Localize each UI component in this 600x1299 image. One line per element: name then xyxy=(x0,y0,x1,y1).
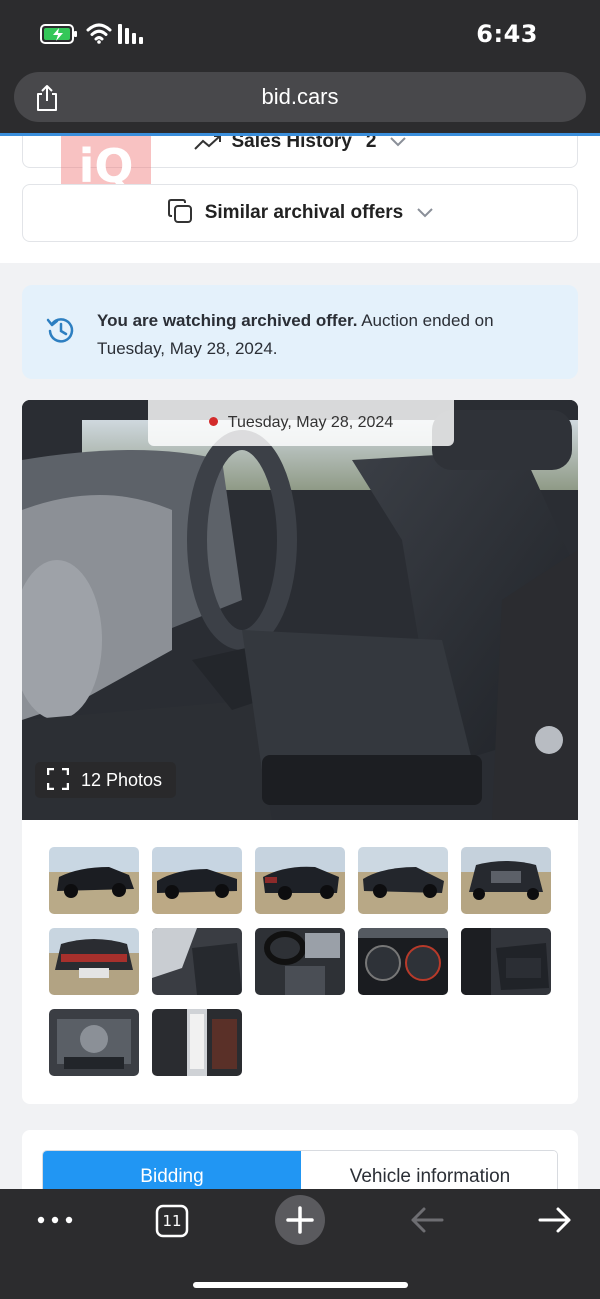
thumbnail[interactable] xyxy=(358,847,448,914)
thumbnail[interactable] xyxy=(152,1009,242,1076)
browser-bottom-toolbar: 11 xyxy=(0,1189,600,1299)
archived-offer-notice: You are watching archived offer. Auction… xyxy=(22,285,578,379)
sales-history-count: 2 xyxy=(365,136,377,152)
notice-bold: You are watching archived offer. xyxy=(97,311,358,330)
auction-date: Tuesday, May 28, 2024 xyxy=(227,414,394,431)
offer-section: You are watching archived offer. Auction… xyxy=(0,263,600,1189)
browser-toolbar: bid.cars xyxy=(0,70,600,136)
forward-arrow-icon[interactable] xyxy=(538,1206,572,1234)
tab-vehicle-information[interactable]: Vehicle information xyxy=(301,1151,557,1189)
details-section: Bidding Vehicle information xyxy=(22,1130,578,1189)
status-dot-icon xyxy=(208,416,218,426)
wifi-icon xyxy=(86,23,112,44)
thumbnail[interactable] xyxy=(152,928,242,995)
status-bar: 6:43 xyxy=(0,0,600,70)
thumbnail[interactable] xyxy=(49,847,139,914)
auction-date-label: Tuesday, May 28, 2024 xyxy=(148,400,454,446)
sales-history-label: Sales History xyxy=(231,136,352,152)
details-tabs: Bidding Vehicle information xyxy=(42,1150,558,1189)
home-indicator[interactable] xyxy=(193,1282,408,1288)
photos-count: 12 Photos xyxy=(81,770,163,790)
tab-bidding[interactable]: Bidding xyxy=(43,1151,301,1189)
new-tab-button[interactable] xyxy=(275,1195,325,1245)
address-bar[interactable]: bid.cars xyxy=(14,72,586,122)
chevron-down-icon xyxy=(417,208,433,218)
signal-icon xyxy=(118,24,143,44)
thumbnail[interactable] xyxy=(255,847,345,914)
thumbnail[interactable] xyxy=(152,847,242,914)
thumbnail[interactable] xyxy=(461,928,551,995)
thumbnail[interactable] xyxy=(49,1009,139,1076)
notice-text: You are watching archived offer. Auction… xyxy=(97,307,547,363)
copy-icon xyxy=(167,199,192,223)
trend-chart-icon xyxy=(193,136,221,150)
clock: 6:43 xyxy=(476,20,538,48)
thumbnail[interactable] xyxy=(255,928,345,995)
photos-count-button[interactable]: 12 Photos xyxy=(35,762,177,798)
similar-offers-label: Similar archival offers xyxy=(204,202,404,224)
history-section: Sales History 2 iQ Similar archival offer… xyxy=(0,136,600,263)
tabs-count: 11 xyxy=(162,1212,182,1230)
thumbnail[interactable] xyxy=(461,847,551,914)
photo-gallery: Tuesday, May 28, 2024 12 Photos xyxy=(22,400,578,1104)
history-icon xyxy=(46,318,74,343)
car-interior-image xyxy=(22,400,578,820)
plus-icon xyxy=(286,1206,314,1234)
battery-charging-icon xyxy=(40,24,77,44)
main-photo[interactable]: Tuesday, May 28, 2024 12 Photos xyxy=(22,400,578,820)
url-text[interactable]: bid.cars xyxy=(14,84,586,110)
back-arrow-icon[interactable] xyxy=(410,1206,444,1234)
thumbnail[interactable] xyxy=(358,928,448,995)
fullscreen-icon xyxy=(47,768,69,791)
chevron-down-icon xyxy=(390,137,407,147)
thumbnail[interactable] xyxy=(49,928,139,995)
similar-archival-offers-button[interactable]: Similar archival offers xyxy=(22,184,578,242)
page-content: Sales History 2 iQ Similar archival offer… xyxy=(0,136,600,1189)
more-icon[interactable] xyxy=(37,1216,73,1224)
tabs-button[interactable]: 11 xyxy=(155,1204,189,1238)
